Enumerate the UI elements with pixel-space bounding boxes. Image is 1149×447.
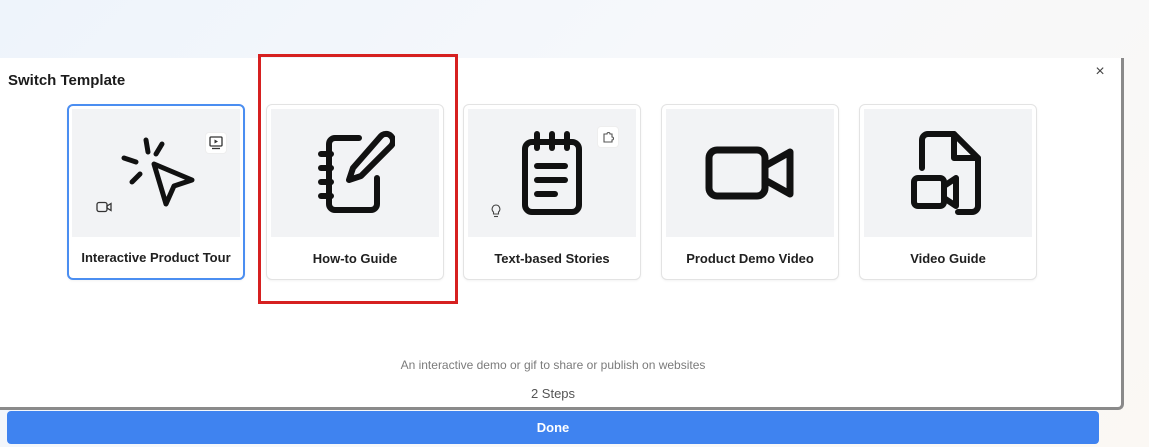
template-thumbnail [468, 109, 636, 237]
template-card-product-demo-video[interactable]: Product Demo Video [661, 104, 839, 280]
lightbulb-badge-icon [486, 201, 506, 221]
template-card-video-guide[interactable]: Video Guide [859, 104, 1037, 280]
notebook-pen-icon [318, 130, 395, 213]
template-thumbnail [72, 109, 240, 237]
dialog-title: Switch Template [8, 72, 126, 89]
video-badge-icon [94, 197, 114, 217]
template-thumbnail [864, 109, 1032, 237]
template-thumbnail [271, 109, 439, 237]
template-label: Text-based Stories [494, 250, 610, 266]
template-description: An interactive demo or gif to share or p… [400, 358, 706, 372]
steps-count: 2 Steps [530, 386, 576, 401]
switch-template-dialog: Switch Template × Interactive Product To… [0, 58, 1124, 444]
presentation-badge-icon [206, 133, 226, 153]
template-label: Interactive Product Tour [81, 249, 231, 265]
template-card-how-to-guide[interactable]: How-to Guide [266, 104, 444, 280]
template-card-text-based-stories[interactable]: Text-based Stories [463, 104, 641, 280]
video-camera-icon [705, 146, 794, 200]
template-card-interactive-product-tour[interactable]: Interactive Product Tour [67, 104, 245, 280]
close-icon[interactable]: × [1092, 64, 1108, 80]
notepad-text-icon [522, 131, 582, 215]
cursor-click-icon [121, 137, 195, 207]
file-video-icon [911, 131, 981, 215]
done-button[interactable]: Done [7, 411, 1099, 444]
template-thumbnail [666, 109, 834, 237]
template-label: Product Demo Video [686, 250, 814, 266]
template-label: How-to Guide [312, 250, 398, 266]
template-label: Video Guide [910, 250, 986, 266]
puzzle-badge-icon [598, 127, 618, 147]
